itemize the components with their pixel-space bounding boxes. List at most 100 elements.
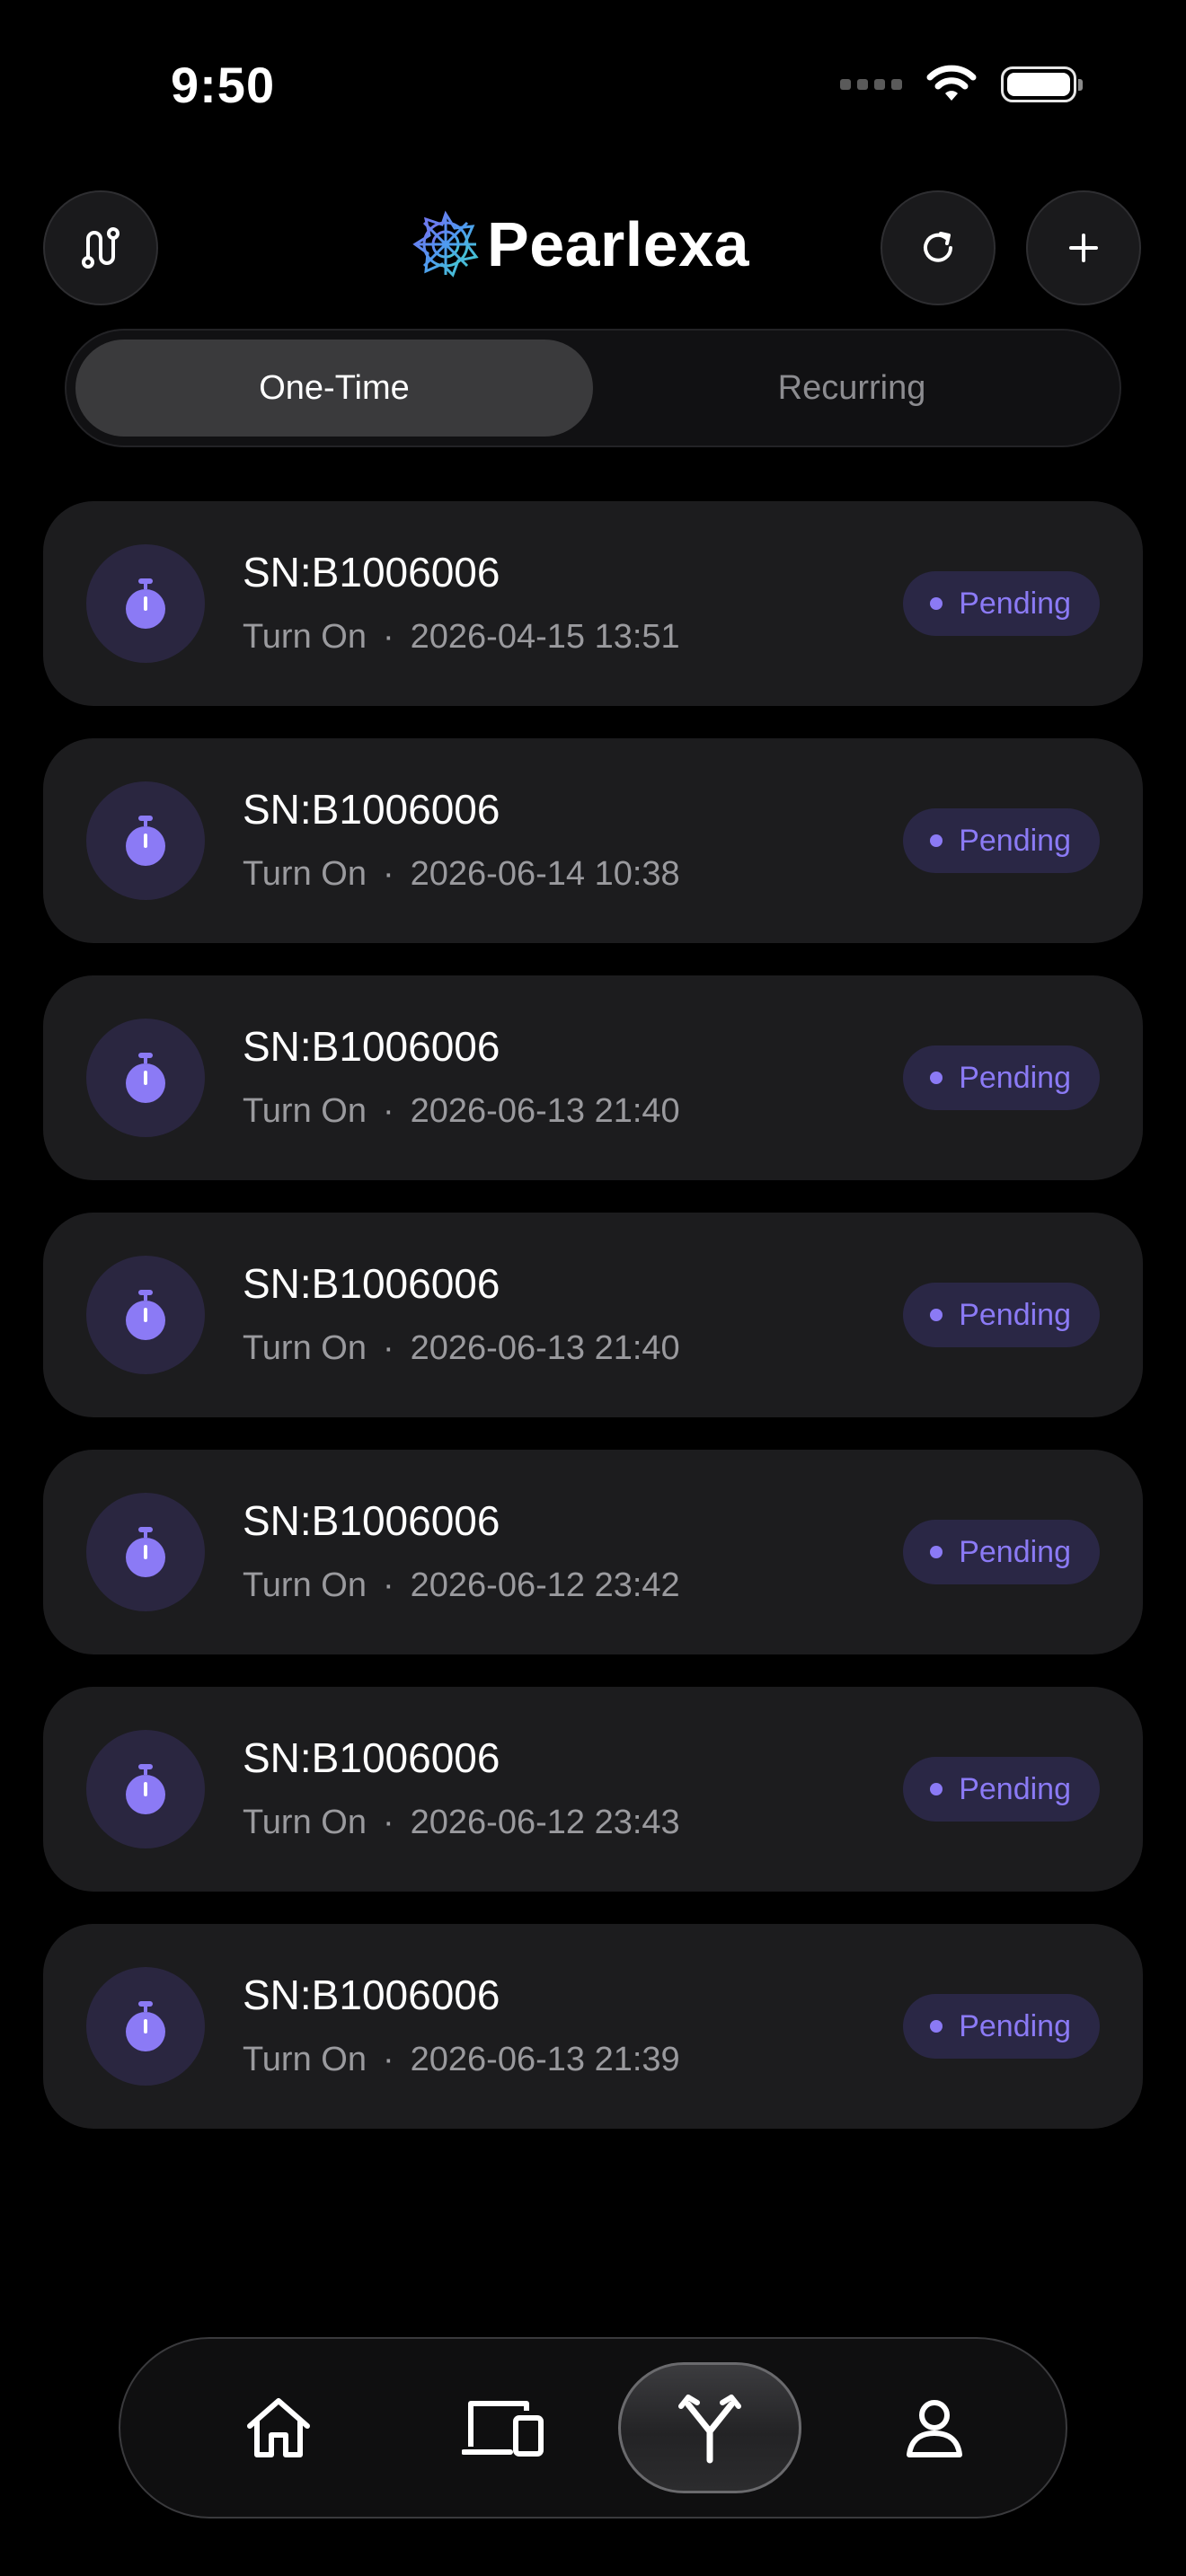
task-details: Turn On · 2026-06-13 21:40 (243, 1329, 680, 1368)
status-time: 9:50 (171, 57, 276, 113)
task-details: Turn On · 2026-06-12 23:42 (243, 1566, 680, 1605)
task-serial: SN:B1006006 (243, 1497, 500, 1544)
stopwatch-icon (126, 1053, 165, 1103)
task-action: Turn On (243, 1804, 367, 1841)
timer-icon-badge (86, 1730, 205, 1848)
tab-home[interactable] (189, 2362, 368, 2493)
task-serial: SN:B1006006 (243, 786, 500, 833)
task-separator: · (382, 855, 394, 893)
stopwatch-icon (126, 816, 165, 866)
profile-icon (907, 2400, 962, 2457)
task-action: Turn On (243, 1329, 367, 1367)
task-action: Turn On (243, 1566, 367, 1604)
wifi-icon (926, 65, 977, 101)
app-title: Pearlexa (487, 209, 750, 279)
task-separator: · (382, 1804, 394, 1841)
task-action: Turn On (243, 2041, 367, 2078)
task-details: Turn On · 2026-06-14 10:38 (243, 855, 680, 894)
status-badge: Pending (903, 1757, 1100, 1822)
cellular-signal-icon (840, 79, 902, 90)
task-card[interactable]: SN:B1006006 Turn On · 2026-06-13 21:40 P… (43, 1213, 1143, 1417)
timer-icon-badge (86, 544, 205, 663)
pearlexa-logo-icon (412, 210, 479, 278)
status-label: Pending (959, 1534, 1071, 1569)
tab-automation[interactable] (618, 2362, 801, 2493)
battery-icon (1001, 66, 1083, 102)
add-button[interactable] (1026, 190, 1141, 305)
status-label: Pending (959, 1060, 1071, 1095)
app-logo: Pearlexa (412, 208, 749, 280)
task-card[interactable]: SN:B1006006 Turn On · 2026-04-15 13:51 P… (43, 501, 1143, 706)
task-action: Turn On (243, 1092, 367, 1130)
task-datetime: 2026-06-12 23:43 (410, 1804, 680, 1841)
task-serial: SN:B1006006 (243, 549, 500, 595)
stopwatch-icon (126, 2001, 165, 2051)
timer-icon-badge (86, 781, 205, 900)
task-card[interactable]: SN:B1006006 Turn On · 2026-06-12 23:43 P… (43, 1687, 1143, 1892)
task-serial: SN:B1006006 (243, 1734, 500, 1781)
tab-recurring[interactable]: Recurring (593, 340, 1111, 437)
timer-icon-badge (86, 1256, 205, 1374)
task-card[interactable]: SN:B1006006 Turn On · 2026-06-13 21:39 P… (43, 1924, 1143, 2129)
stopwatch-icon (126, 1527, 165, 1577)
plus-icon (1069, 234, 1098, 262)
task-serial: SN:B1006006 (243, 1972, 500, 2018)
timer-icon-badge (86, 1493, 205, 1611)
status-label: Pending (959, 2008, 1071, 2043)
task-separator: · (382, 2041, 394, 2078)
status-dot-icon (930, 1546, 943, 1558)
status-badge: Pending (903, 808, 1100, 873)
status-dot-icon (930, 1309, 943, 1321)
task-separator: · (382, 618, 394, 656)
status-label: Pending (959, 1297, 1071, 1332)
automation-icon (678, 2395, 741, 2464)
task-details: Turn On · 2026-06-13 21:39 (243, 2041, 680, 2079)
task-datetime: 2026-06-13 21:40 (410, 1329, 680, 1367)
task-card[interactable]: SN:B1006006 Turn On · 2026-06-14 10:38 P… (43, 738, 1143, 943)
tab-one-time[interactable]: One-Time (75, 340, 593, 437)
tab-devices[interactable] (413, 2362, 593, 2493)
refresh-icon (924, 232, 952, 262)
status-icons (840, 65, 1083, 104)
task-card[interactable]: SN:B1006006 Turn On · 2026-06-13 21:40 P… (43, 975, 1143, 1180)
tab-profile[interactable] (845, 2362, 1024, 2493)
task-details: Turn On · 2026-06-12 23:43 (243, 1804, 680, 1842)
devices-icon (462, 2401, 544, 2457)
status-badge: Pending (903, 1994, 1100, 2059)
status-label: Pending (959, 1771, 1071, 1806)
status-dot-icon (930, 1072, 943, 1084)
stopwatch-icon (126, 1290, 165, 1340)
status-dot-icon (930, 834, 943, 847)
timer-icon-badge (86, 1967, 205, 2086)
task-separator: · (382, 1092, 394, 1130)
task-separator: · (382, 1329, 394, 1367)
refresh-button[interactable] (881, 190, 996, 305)
schedule-type-segmented: One-Time Recurring (65, 329, 1121, 447)
timer-icon-badge (86, 1019, 205, 1137)
task-details: Turn On · 2026-04-15 13:51 (243, 618, 680, 657)
status-badge: Pending (903, 571, 1100, 636)
route-button[interactable] (43, 190, 158, 305)
status-label: Pending (959, 586, 1071, 621)
status-badge: Pending (903, 1045, 1100, 1110)
task-separator: · (382, 1566, 394, 1604)
task-datetime: 2026-04-15 13:51 (410, 618, 680, 656)
task-datetime: 2026-06-12 23:42 (410, 1566, 680, 1604)
task-action: Turn On (243, 618, 367, 656)
task-serial: SN:B1006006 (243, 1023, 500, 1070)
route-icon (82, 227, 119, 269)
status-label: Pending (959, 823, 1071, 858)
stopwatch-icon (126, 578, 165, 629)
stopwatch-icon (126, 1764, 165, 1814)
bottom-tab-bar (119, 2337, 1067, 2519)
task-list: SN:B1006006 Turn On · 2026-04-15 13:51 P… (43, 501, 1143, 2161)
task-action: Turn On (243, 855, 367, 893)
status-dot-icon (930, 597, 943, 610)
task-datetime: 2026-06-13 21:39 (410, 2041, 680, 2078)
task-card[interactable]: SN:B1006006 Turn On · 2026-06-12 23:42 P… (43, 1450, 1143, 1654)
status-badge: Pending (903, 1283, 1100, 1347)
status-badge: Pending (903, 1520, 1100, 1584)
task-details: Turn On · 2026-06-13 21:40 (243, 1092, 680, 1131)
task-datetime: 2026-06-13 21:40 (410, 1092, 680, 1130)
home-icon (247, 2398, 310, 2457)
